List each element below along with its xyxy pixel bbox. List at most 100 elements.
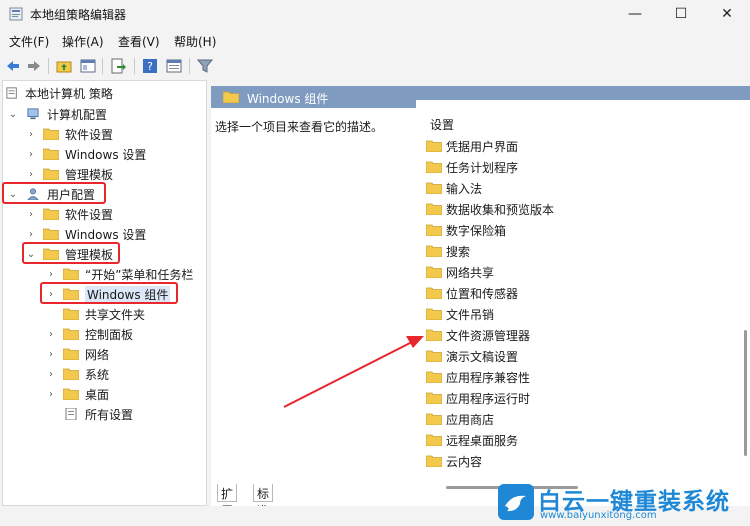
tree-label: 系统 — [85, 367, 110, 382]
chevron-right-icon[interactable]: › — [25, 228, 37, 240]
forward-button[interactable] — [24, 56, 44, 76]
maximize-button[interactable]: ☐ — [658, 0, 704, 28]
tree-label: “开始”菜单和任务栏 — [85, 267, 194, 282]
chevron-right-icon[interactable]: › — [25, 128, 37, 140]
description-text: 选择一个项目来查看它的描述。 — [215, 120, 384, 134]
back-button[interactable] — [3, 56, 23, 76]
chevron-right-icon[interactable]: › — [45, 348, 57, 360]
chevron-right-icon[interactable]: › — [45, 268, 57, 280]
menu-view[interactable]: 查看(V) — [118, 33, 160, 50]
tree-item-computer-config[interactable]: ⌄ 计算机配置 — [7, 104, 107, 124]
tree-item-network[interactable]: › 网络 — [45, 344, 109, 364]
chevron-right-icon[interactable]: › — [45, 388, 57, 400]
list-item[interactable]: 位置和传感器 — [426, 283, 518, 303]
tree-item-control-panel[interactable]: › 控制面板 — [45, 324, 133, 344]
list-item[interactable]: 远程桌面服务 — [426, 430, 518, 450]
policy-icon — [6, 87, 17, 99]
list-item[interactable]: 应用商店 — [426, 409, 494, 429]
folder-icon — [426, 266, 442, 278]
tree-item-user-windows-settings[interactable]: › Windows 设置 — [25, 224, 146, 244]
chevron-right-icon[interactable]: › — [25, 148, 37, 160]
list-item[interactable]: 文件资源管理器 — [426, 325, 530, 345]
tree-label: Windows 设置 — [65, 227, 147, 242]
minimize-icon: — — [628, 6, 642, 22]
tab-standard[interactable]: 标准 — [253, 484, 274, 518]
list-item-label: 任务计划程序 — [446, 160, 519, 175]
folder-icon — [63, 348, 79, 360]
details-pane: Windows 组件 选择一个项目来查看它的描述。 设置 凭据用户界面 任务计划程… — [211, 86, 750, 518]
list-item[interactable]: 演示文稿设置 — [426, 346, 518, 366]
tree-item-computer-admin-templates[interactable]: › 管理模板 — [25, 164, 113, 184]
tree-item-system[interactable]: › 系统 — [45, 364, 109, 384]
menu-action[interactable]: 操作(A) — [62, 33, 104, 50]
watermark-url: www.baiyunxitong.com — [540, 510, 657, 521]
help-button[interactable]: ? — [140, 56, 160, 76]
list-item[interactable]: 任务计划程序 — [426, 157, 518, 177]
forward-arrow-icon — [28, 61, 40, 71]
list-item-label: 应用程序兼容性 — [446, 370, 531, 385]
chevron-right-icon[interactable]: › — [45, 328, 57, 340]
highlight-windows-components — [40, 282, 178, 304]
minimize-button[interactable]: — — [612, 0, 658, 28]
toolbar: ? — [0, 54, 750, 78]
list-item[interactable]: 文件吊销 — [426, 304, 494, 324]
back-arrow-icon — [7, 61, 19, 71]
folder-icon — [426, 224, 442, 236]
chevron-right-icon[interactable]: › — [25, 168, 37, 180]
tree-label: 软件设置 — [65, 127, 114, 142]
folder-icon — [426, 329, 442, 341]
folder-icon — [63, 368, 79, 380]
list-item-label: 云内容 — [446, 454, 483, 469]
chevron-right-icon[interactable]: › — [25, 208, 37, 220]
menu-file[interactable]: 文件(F) — [9, 33, 49, 50]
tree-item-computer-windows-settings[interactable]: › Windows 设置 — [25, 144, 146, 164]
tree-item-user-software-settings[interactable]: › 软件设置 — [25, 204, 113, 224]
tree-label: 共享文件夹 — [85, 307, 146, 322]
menu-help[interactable]: 帮助(H) — [174, 33, 216, 50]
folder-up-icon — [56, 61, 72, 73]
list-item-label: 数字保险箱 — [446, 223, 507, 238]
list-item-label: 位置和传感器 — [446, 286, 519, 301]
show-hide-console-tree-button[interactable] — [78, 56, 98, 76]
folder-icon — [426, 161, 442, 173]
chevron-down-icon[interactable]: ⌄ — [7, 108, 19, 120]
maximize-icon: ☐ — [674, 6, 688, 22]
tree-item-computer-software-settings[interactable]: › 软件设置 — [25, 124, 113, 144]
tab-extended[interactable]: 扩展 — [217, 484, 238, 518]
tree-item-start-menu-taskbar[interactable]: › “开始”菜单和任务栏 — [45, 264, 193, 284]
column-header-setting[interactable]: 设置 — [430, 116, 454, 133]
tree-item-desktop[interactable]: › 桌面 — [45, 384, 109, 404]
list-item[interactable]: 应用程序兼容性 — [426, 367, 530, 387]
list-item[interactable]: 应用程序运行时 — [426, 388, 530, 408]
list-item[interactable]: 输入法 — [426, 178, 482, 198]
folder-icon — [426, 434, 442, 446]
list-item[interactable]: 搜索 — [426, 241, 470, 261]
tree-item-local-computer-policy[interactable]: 本地计算机 策略 — [5, 83, 113, 103]
tree-item-shared-folders[interactable]: 共享文件夹 — [45, 304, 145, 324]
filter-button[interactable] — [195, 56, 215, 76]
svg-text:?: ? — [147, 60, 153, 73]
vertical-scrollbar[interactable] — [744, 330, 747, 456]
up-one-level-button[interactable] — [54, 56, 74, 76]
folder-icon — [43, 228, 59, 240]
list-item-label: 数据收集和预览版本 — [446, 202, 555, 217]
list-item[interactable]: 凭据用户界面 — [426, 136, 518, 156]
list-item[interactable]: 数据收集和预览版本 — [426, 199, 554, 219]
list-item[interactable]: 云内容 — [426, 451, 482, 471]
title-bar: 本地组策略编辑器 — ☐ ✕ — [0, 0, 750, 28]
export-list-button[interactable] — [108, 56, 128, 76]
app-icon — [9, 7, 23, 21]
tree-item-all-settings[interactable]: 所有设置 — [45, 404, 133, 424]
show-hide-tree-icon — [80, 59, 96, 73]
tree-label: 软件设置 — [65, 207, 114, 222]
menu-bar: 文件(F) 操作(A) 查看(V) 帮助(H) — [0, 30, 750, 50]
window-title: 本地组策略编辑器 — [30, 8, 127, 22]
close-button[interactable]: ✕ — [704, 0, 750, 28]
properties-button[interactable] — [164, 56, 184, 76]
chevron-right-icon[interactable]: › — [45, 368, 57, 380]
list-item[interactable]: 网络共享 — [426, 262, 494, 282]
properties-icon — [166, 59, 182, 73]
tree-label: 计算机配置 — [47, 107, 108, 122]
folder-icon — [426, 287, 442, 299]
list-item[interactable]: 数字保险箱 — [426, 220, 506, 240]
